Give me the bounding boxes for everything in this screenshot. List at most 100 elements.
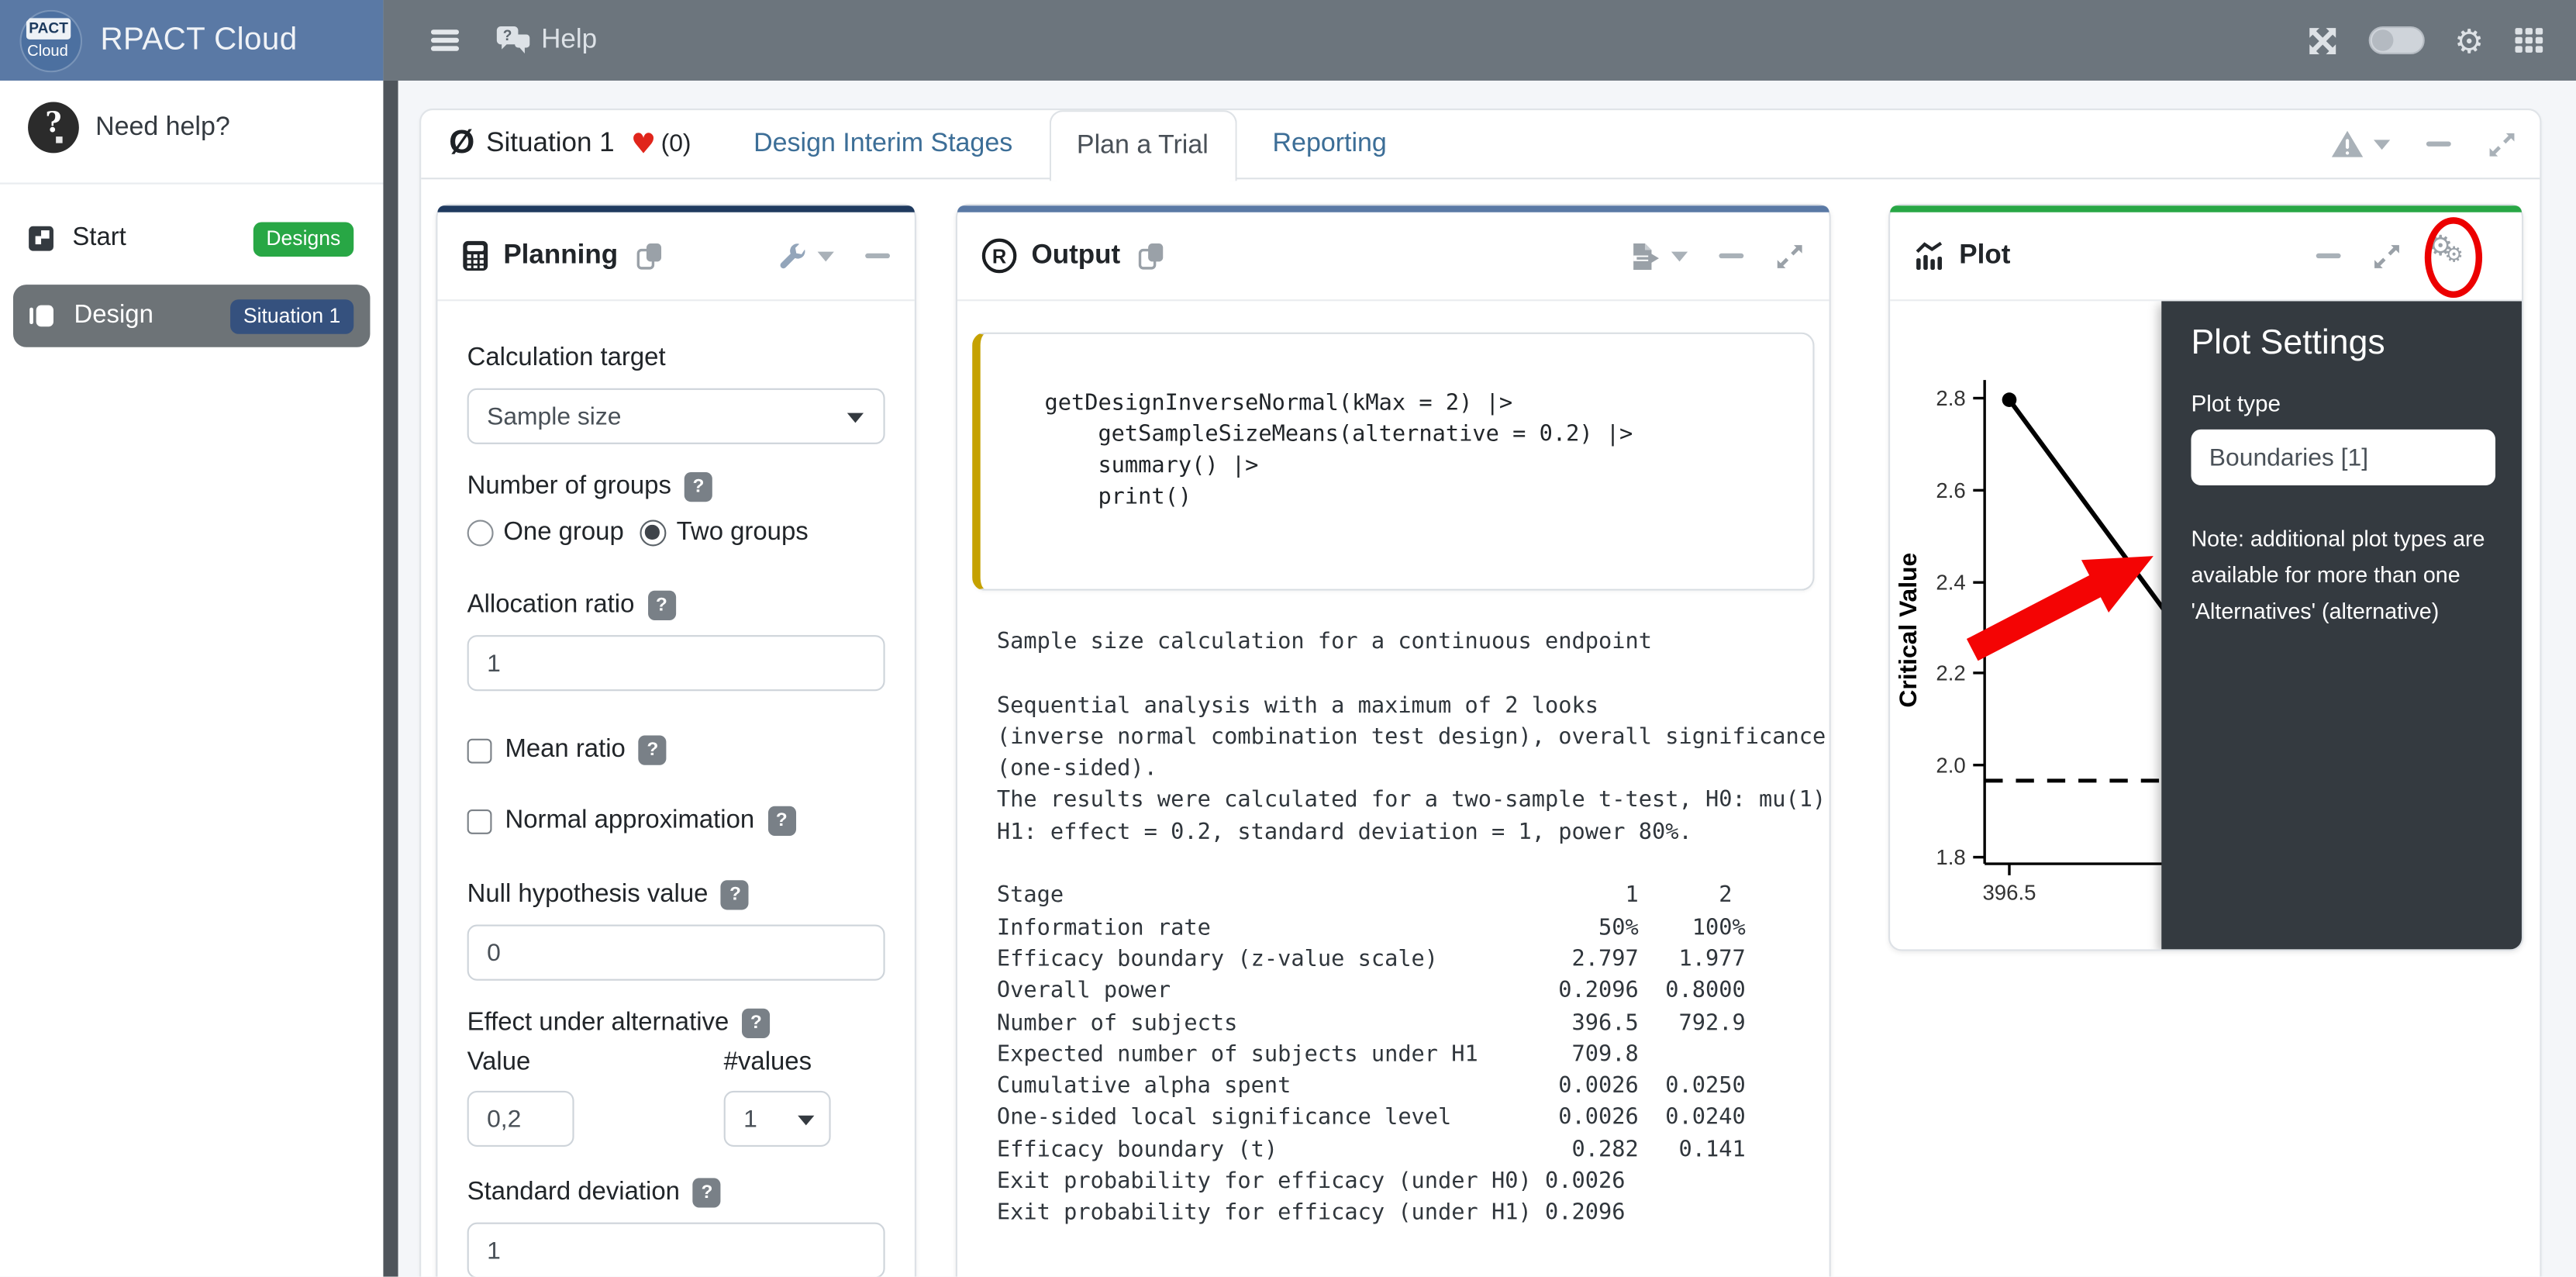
allocation-ratio-label: Allocation ratio? [467,591,885,620]
situation-title: Situation 1 [486,129,614,160]
designs-badge: Designs [253,221,353,256]
logo-text-pact: PACT [26,17,71,39]
export-dropdown[interactable] [1630,241,1688,271]
copy-button[interactable] [636,242,663,270]
help-badge-icon[interactable]: ? [647,591,675,620]
svg-text:?: ? [503,28,512,44]
chevron-down-icon [798,1116,814,1126]
null-hypothesis-label: Null hypothesis value? [467,880,885,909]
minus-icon [2316,254,2341,258]
plot-type-value: Boundaries [1] [2209,443,2368,471]
tools-dropdown[interactable] [778,241,834,271]
calculation-target-select[interactable]: Sample size [467,388,885,444]
r-code[interactable]: getDesignInverseNormal(kMax = 2) |> getS… [1044,388,1796,513]
effect-nvalues-select[interactable]: 1 [724,1091,831,1147]
help-badge-icon[interactable]: ? [693,1178,721,1207]
svg-text:1.8: 1.8 [1936,845,1965,869]
logo-text-cloud: Cloud [19,42,75,60]
grid-apps-icon[interactable] [2513,26,2544,54]
file-export-icon [1630,241,1661,271]
plot-panel: Plot ⚙ ⚙ [1888,204,2523,951]
question-mark-icon: ? [28,102,79,154]
favorite-count: (0) [661,130,691,158]
chevron-down-icon [847,413,864,423]
efficacy-boundary-line [2009,400,2180,631]
output-result-text: Sample size calculation for a continuous… [997,626,1828,1230]
settings-gear-icon[interactable]: ⚙ [2454,24,2484,57]
tabs-row: Ø Situation 1 ♥ (0) Design Interim Stage… [421,110,2540,179]
help-badge-icon[interactable]: ? [721,880,749,909]
one-group-label: One group [503,518,623,547]
chart-icon [1915,242,1944,270]
planning-panel: Planning [436,204,916,1277]
radio-one-group[interactable] [467,520,494,547]
sidebar-item-start[interactable]: Start Designs [13,207,370,270]
wrench-icon [778,241,808,271]
expand-panel-button[interactable] [1775,241,1805,271]
mean-ratio-checkbox[interactable] [467,738,492,763]
tab-reporting[interactable]: Reporting [1247,109,1413,178]
collapse-card-button[interactable] [2426,142,2451,147]
tab-plan-a-trial[interactable]: Plan a Trial [1049,110,1236,181]
help-menu[interactable]: ? Help [495,25,597,56]
expand-card-button[interactable] [2487,129,2516,159]
red-circle-annotation [2425,217,2482,298]
chevron-down-icon [818,251,834,261]
normal-approximation-checkbox[interactable] [467,809,492,834]
heart-icon[interactable]: ♥ [631,127,656,160]
mean-ratio-label: Mean ratio [505,736,625,765]
collapse-panel-button[interactable] [1719,254,1743,258]
radio-two-groups[interactable] [640,520,667,547]
output-panel: R Output [956,204,1831,1277]
sidebar-item-design[interactable]: Design Situation 1 [13,285,370,347]
plot-settings-title: Plot Settings [2191,324,2492,364]
expand-panel-button[interactable] [2372,241,2402,271]
need-help-item[interactable]: ? Need help? [0,81,383,173]
minus-icon [865,254,890,258]
plot-type-select[interactable]: Boundaries [1] [2191,430,2495,485]
y-axis-label: Critical Value [1894,553,1922,708]
normal-approximation-label: Normal approximation [505,806,754,836]
r-logo-icon: R [982,239,1017,274]
situation-badge: Situation 1 [230,299,353,333]
rpact-logo-icon[interactable]: PACT Cloud [19,9,82,72]
output-accent-strip [957,205,1829,212]
help-badge-icon[interactable]: ? [685,472,712,502]
svg-text:2.8: 2.8 [1936,386,1965,410]
two-groups-label: Two groups [677,518,809,547]
copy-button[interactable] [1139,242,1165,270]
copy-icon [1139,242,1165,270]
copy-icon [636,242,663,270]
warnings-dropdown[interactable] [2331,130,2390,158]
effect-label: Effect under alternative? [467,1009,885,1038]
planning-title: Planning [503,240,618,271]
collapse-panel-button[interactable] [865,254,890,258]
calculation-target-value: Sample size [487,402,621,430]
topbar: ? Help ⚙ [383,0,2576,81]
effect-value-label: Value [467,1048,574,1078]
allocation-ratio-input[interactable] [467,635,885,691]
collapse-panel-button[interactable] [2316,254,2341,258]
minus-icon [2426,142,2451,147]
design-label: Design [74,301,153,330]
tab-design-interim-stages[interactable]: Design Interim Stages [727,109,1039,178]
help-badge-icon[interactable]: ? [639,736,667,765]
expand-icon [2372,241,2402,271]
menu-toggle-icon[interactable] [431,29,459,51]
effect-value-input[interactable] [467,1091,574,1147]
planning-accent-strip [437,205,914,212]
toggle-knob [2372,29,2394,51]
content-scrollbar[interactable] [383,81,398,1277]
null-hypothesis-input[interactable] [467,925,885,981]
fullscreen-arrows-icon[interactable] [2306,24,2339,57]
standard-deviation-input[interactable] [467,1223,885,1277]
boundary-point-stage1 [2002,392,2017,407]
help-badge-icon[interactable]: ? [767,806,795,836]
effect-nvalues-label: #values [724,1048,831,1078]
help-chat-icon: ? [495,25,532,56]
plot-settings-overlay: Plot Settings Plot type Boundaries [1] N… [2161,301,2522,949]
situation-header[interactable]: Ø Situation 1 ♥ (0) [449,125,691,163]
planning-form: Calculation target Sample size Number of… [437,301,914,1277]
help-badge-icon[interactable]: ? [742,1009,770,1038]
dark-mode-toggle[interactable] [2369,26,2425,54]
